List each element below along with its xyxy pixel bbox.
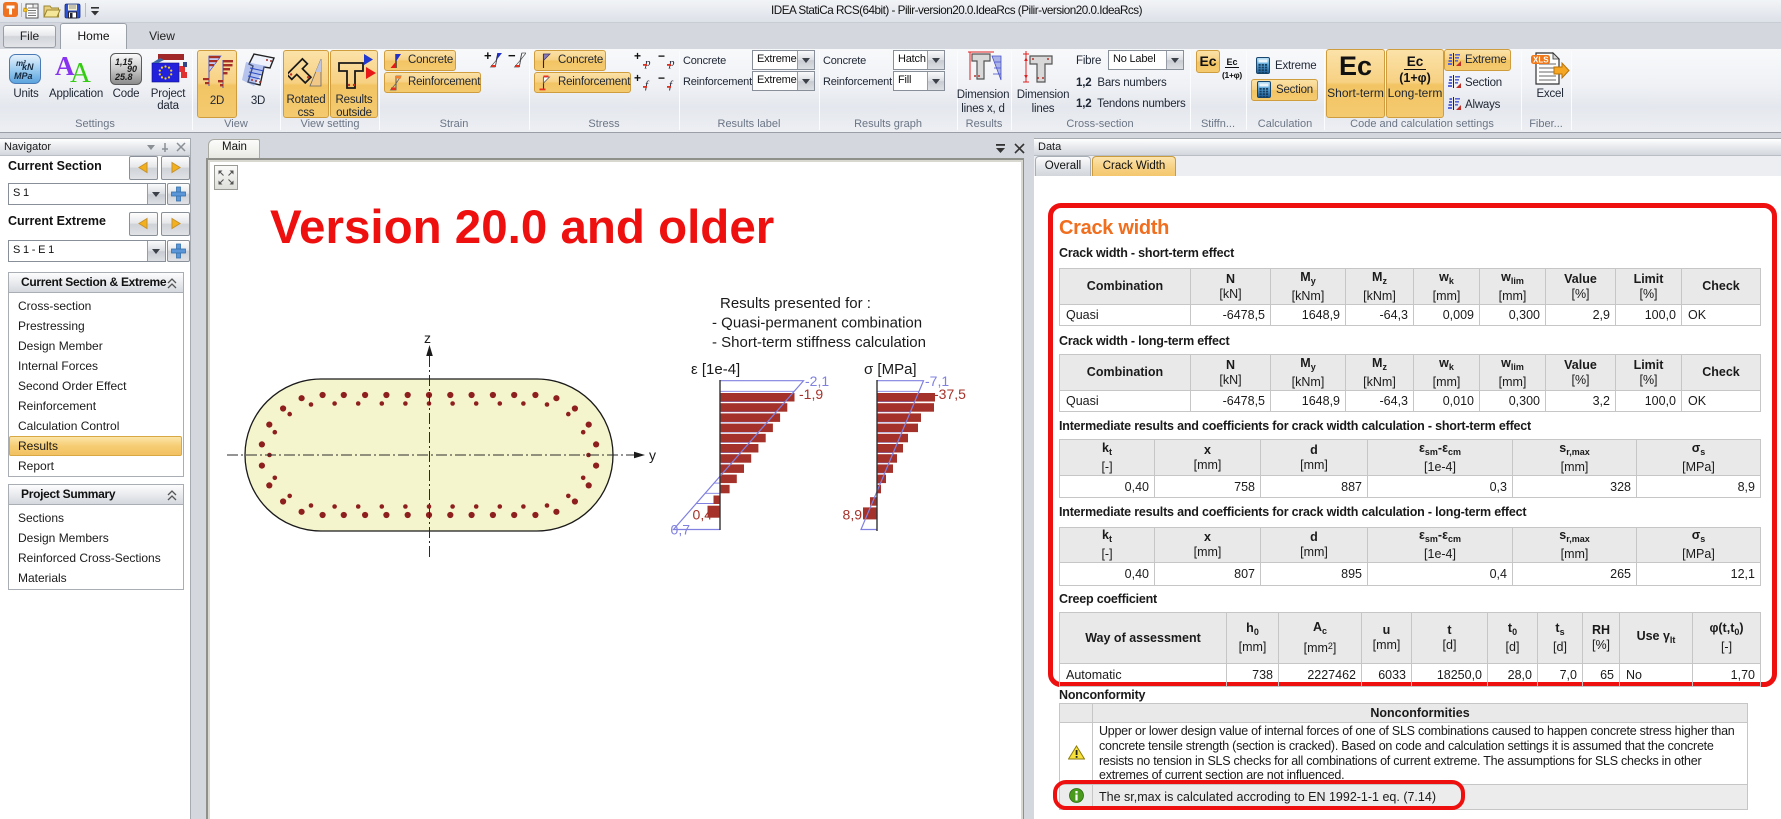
svg-text:8,9: 8,9 [843, 507, 863, 523]
svg-text:f: f [669, 79, 674, 91]
svg-text:0,7: 0,7 [671, 522, 691, 538]
svg-text:σ [MPa]: σ [MPa] [864, 361, 917, 378]
svg-text:z: z [424, 330, 431, 346]
svg-text:25.8: 25.8 [114, 72, 133, 82]
svg-text:f: f [645, 79, 650, 91]
svg-text:Version 20.0 and older: Version 20.0 and older [270, 201, 774, 254]
svg-text:+: + [634, 50, 641, 63]
svg-text:MPa: MPa [14, 71, 33, 81]
svg-text:0,4: 0,4 [693, 507, 713, 523]
svg-text:-37,5: -37,5 [934, 386, 966, 402]
svg-text:XLS: XLS [1533, 56, 1549, 65]
svg-text:+: + [634, 71, 641, 85]
svg-text:Results presented for :: Results presented for : [720, 295, 871, 312]
svg-text:- Short-term stiffness calcula: - Short-term stiffness calculation [712, 334, 926, 351]
svg-text:-1,9: -1,9 [799, 386, 823, 402]
svg-text:−: − [658, 71, 665, 85]
svg-text:ε [1e-4]: ε [1e-4] [691, 361, 740, 378]
svg-text:- Quasi-permanent combination: - Quasi-permanent combination [712, 315, 922, 332]
svg-text:p: p [644, 57, 651, 69]
svg-text:p: p [668, 57, 675, 69]
svg-text:−: − [508, 50, 516, 63]
svg-text:−: − [658, 50, 665, 63]
svg-text:y: y [649, 447, 656, 463]
svg-text:+: + [484, 50, 492, 63]
